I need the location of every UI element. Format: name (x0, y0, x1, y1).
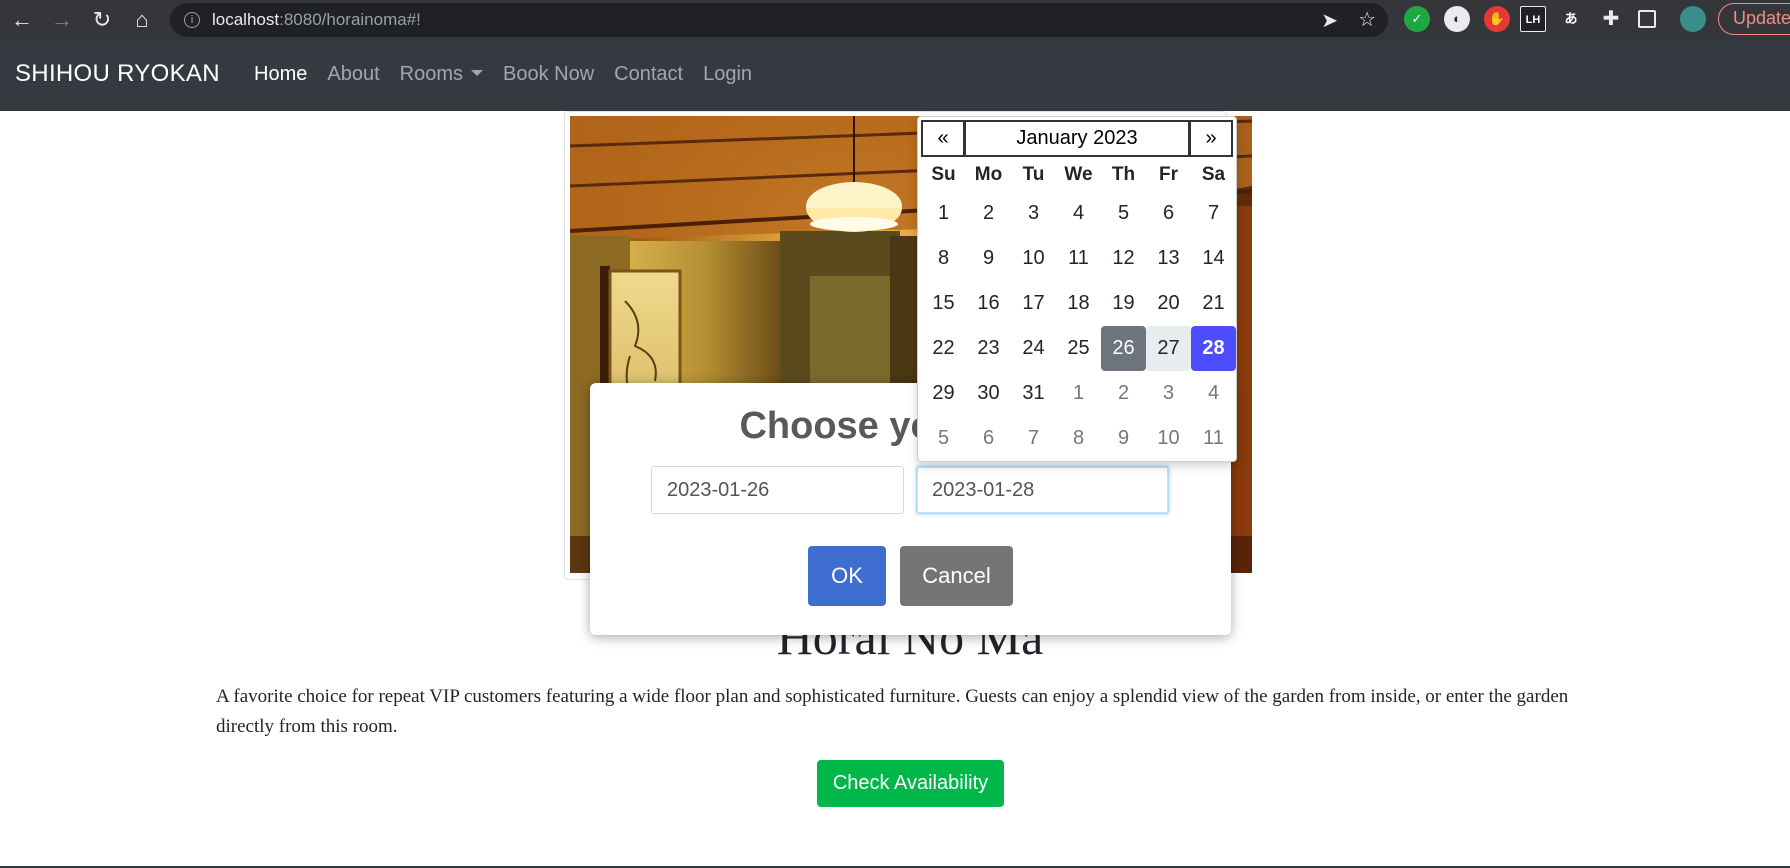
calendar-day[interactable]: 31 (1011, 371, 1056, 416)
calendar-day[interactable]: 10 (1146, 416, 1191, 461)
calendar-day[interactable]: 1 (1056, 371, 1101, 416)
calendar-day[interactable]: 21 (1191, 281, 1236, 326)
weekday-header: Sa (1201, 164, 1226, 185)
weekday-header: Tu (1022, 164, 1045, 185)
calendar-day[interactable]: 27 (1146, 326, 1191, 371)
calendar-day[interactable]: 20 (1146, 281, 1191, 326)
check-availability-button[interactable]: Check Availability (817, 760, 1004, 807)
calendar-day[interactable]: 18 (1056, 281, 1101, 326)
profile-avatar[interactable] (1680, 6, 1706, 32)
calendar-day[interactable]: 23 (966, 326, 1011, 371)
calendar-day[interactable]: 10 (1011, 236, 1056, 281)
calendar-day[interactable]: 25 (1056, 326, 1101, 371)
calendar-day[interactable]: 9 (966, 236, 1011, 281)
address-bar[interactable]: i localhost:8080/horainoma#! ➤ ☆ (170, 3, 1388, 37)
nav-home[interactable]: Home (254, 63, 307, 86)
brand-logo[interactable]: SHIHOU RYOKAN (15, 60, 220, 88)
calendar-day[interactable]: 11 (1191, 416, 1236, 461)
calendar-day[interactable]: 22 (921, 326, 966, 371)
calendar-day[interactable]: 2 (966, 191, 1011, 236)
weekday-header: Mo (974, 164, 1003, 185)
start-date-input[interactable] (651, 466, 904, 514)
extensions-puzzle-icon[interactable]: ✚ (1598, 6, 1624, 32)
nav-rooms-dropdown[interactable]: Rooms (400, 63, 483, 86)
bookmark-star-icon[interactable]: ☆ (1358, 7, 1376, 32)
calendar-day[interactable]: 17 (1011, 281, 1056, 326)
prev-month-button[interactable]: « (921, 120, 965, 157)
grey-extension-icon[interactable]: ◐ (1444, 6, 1470, 32)
calendar-day[interactable]: 30 (966, 371, 1011, 416)
home-icon[interactable]: ⌂ (128, 6, 156, 34)
datepicker-popup: « January 2023 » Su Mo Tu We Th Fr Sa 1 2 3 4 5 6 7 8 9… (917, 116, 1237, 462)
calendar-day[interactable]: 19 (1101, 281, 1146, 326)
browser-toolbar: ← → ↻ ⌂ i localhost:8080/horainoma#! ➤ ☆… (0, 0, 1790, 40)
green-extension-icon[interactable]: ✓ (1404, 6, 1430, 32)
calendar-day[interactable]: 5 (921, 416, 966, 461)
side-panel-icon[interactable] (1638, 10, 1656, 28)
weekday-header: Th (1111, 164, 1136, 185)
calendar-day[interactable]: 2 (1101, 371, 1146, 416)
nav-rooms-label: Rooms (399, 63, 463, 85)
calendar-day[interactable]: 5 (1101, 191, 1146, 236)
back-icon[interactable]: ← (8, 6, 36, 34)
calendar-day-selected[interactable]: 28 (1191, 326, 1236, 371)
weekday-header: We (1064, 164, 1093, 185)
calendar-day[interactable]: 3 (1146, 371, 1191, 416)
calendar-day[interactable]: 13 (1146, 236, 1191, 281)
cancel-button[interactable]: Cancel (900, 546, 1013, 606)
calendar-day[interactable]: 4 (1191, 371, 1236, 416)
calendar-day[interactable]: 9 (1101, 416, 1146, 461)
calendar-day[interactable]: 11 (1056, 236, 1101, 281)
nav-contact[interactable]: Contact (614, 63, 683, 86)
calendar-day[interactable]: 15 (921, 281, 966, 326)
next-month-button[interactable]: » (1189, 120, 1233, 157)
hand-extension-icon[interactable]: ✋ (1484, 6, 1510, 32)
end-date-input[interactable] (916, 466, 1169, 514)
calendar-day[interactable]: 7 (1191, 191, 1236, 236)
calendar-day[interactable]: 6 (966, 416, 1011, 461)
ok-button[interactable]: OK (808, 546, 886, 606)
calendar-day[interactable]: 4 (1056, 191, 1101, 236)
room-description: A favorite choice for repeat VIP custome… (216, 686, 1569, 737)
nav-login[interactable]: Login (703, 63, 752, 86)
calendar-grid: Su Mo Tu We Th Fr Sa 1 2 3 4 5 6 7 8 9 10 11 12 13 14 15 16 17 1… (921, 159, 1236, 461)
month-switch-button[interactable]: January 2023 (964, 120, 1190, 157)
lh-extension-icon[interactable]: LH (1520, 6, 1546, 32)
site-info-icon[interactable]: i (184, 12, 200, 28)
kana-extension-icon[interactable]: あ (1558, 6, 1584, 32)
calendar-day[interactable]: 6 (1146, 191, 1191, 236)
calendar-day[interactable]: 16 (966, 281, 1011, 326)
calendar-day[interactable]: 14 (1191, 236, 1236, 281)
calendar-day[interactable]: 8 (921, 236, 966, 281)
calendar-day[interactable]: 29 (921, 371, 966, 416)
site-navbar: SHIHOU RYOKAN Home About Rooms Book Now … (0, 40, 1790, 111)
calendar-day[interactable]: 12 (1101, 236, 1146, 281)
calendar-day[interactable]: 8 (1056, 416, 1101, 461)
calendar-day[interactable]: 1 (921, 191, 966, 236)
weekday-header: Su (931, 164, 956, 185)
nav-about[interactable]: About (327, 63, 379, 86)
calendar-day-range-start[interactable]: 26 (1101, 326, 1146, 371)
share-icon[interactable]: ➤ (1321, 8, 1338, 33)
nav-links: Home About Rooms Book Now Contact Login (254, 63, 772, 86)
update-button[interactable]: Update (1718, 3, 1790, 35)
caret-down-icon (470, 69, 483, 76)
calendar-day[interactable]: 3 (1011, 191, 1056, 236)
calendar-day[interactable]: 7 (1011, 416, 1056, 461)
forward-icon[interactable]: → (48, 6, 76, 34)
nav-book-now[interactable]: Book Now (503, 63, 594, 86)
weekday-header: Fr (1159, 164, 1178, 185)
url-text: localhost:8080/horainoma#! (212, 10, 421, 29)
reload-icon[interactable]: ↻ (88, 6, 116, 34)
calendar-day[interactable]: 24 (1011, 326, 1056, 371)
